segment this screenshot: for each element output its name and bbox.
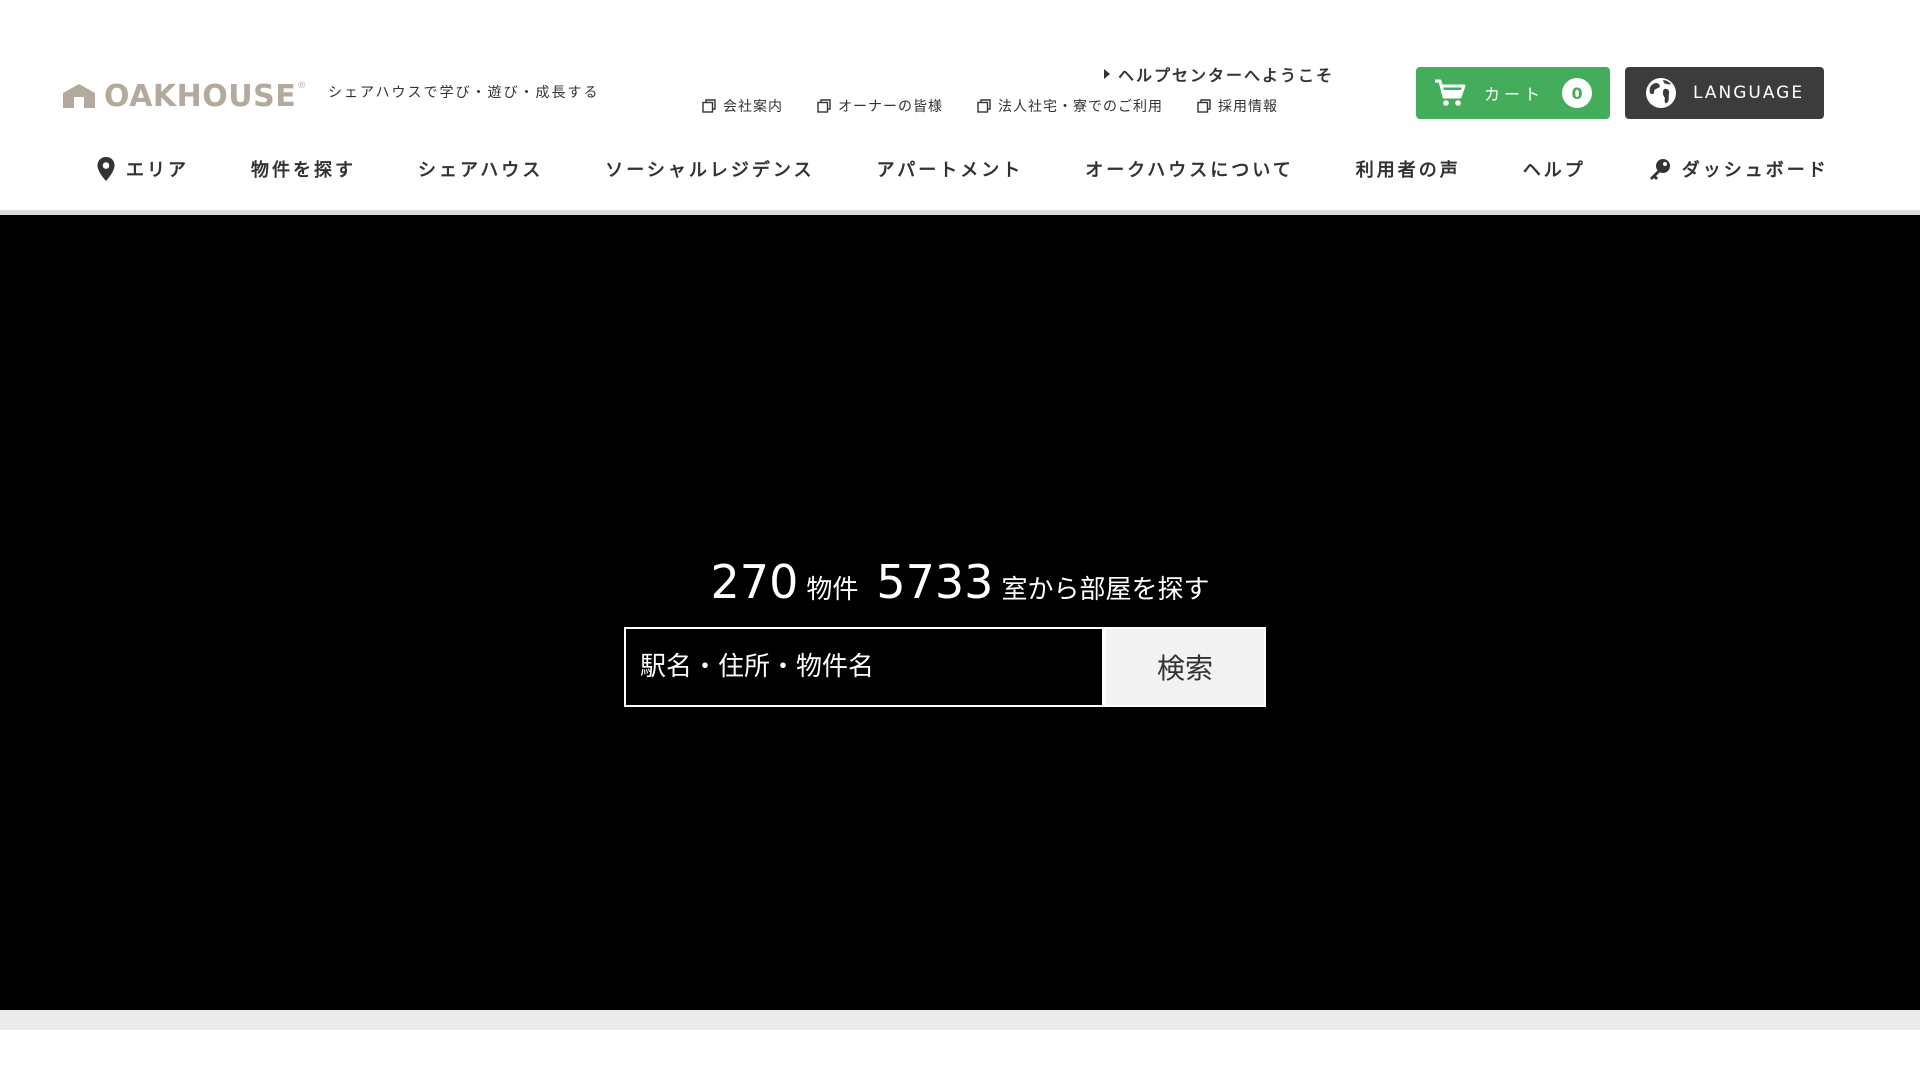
house-logo-icon [63, 84, 95, 108]
util-link-label: 採用情報 [1218, 99, 1278, 115]
nav-item-label: 利用者の声 [1355, 160, 1461, 181]
search-box: 検索 [624, 627, 1266, 707]
util-link-company[interactable]: 会社案内 [702, 96, 783, 116]
nav-item-label: エリア [126, 160, 189, 181]
nav-item-dashboard[interactable]: ダッシュボード [1648, 156, 1829, 182]
external-window-icon [1197, 99, 1211, 113]
util-link-corporate[interactable]: 法人社宅・寮でのご利用 [977, 96, 1163, 116]
utility-links: 会社案内 オーナーの皆様 法人社宅・寮でのご利用 採用情報 [702, 96, 1278, 116]
oakhouse-logo[interactable]: OAKHOUSE ® [62, 78, 306, 114]
nav-item-label: オークハウスについて [1085, 160, 1294, 181]
nav-item-testimonials[interactable]: 利用者の声 [1356, 156, 1461, 182]
property-unit: 物件 [806, 575, 859, 605]
room-suffix: 室から部屋を探す [1001, 575, 1210, 605]
util-link-label: 会社案内 [723, 99, 783, 115]
nav-item-label: ソーシャルレジデンス [605, 160, 815, 181]
nav-item-about[interactable]: オークハウスについて [1085, 156, 1294, 182]
site-header: OAKHOUSE ® シェアハウスで学び・遊び・成長する ヘルプセンターへようこ… [0, 0, 1920, 210]
util-link-owners[interactable]: オーナーの皆様 [817, 96, 943, 116]
tagline: シェアハウスで学び・遊び・成長する [328, 85, 600, 101]
search-input[interactable] [624, 627, 1104, 707]
help-center-label: ヘルプセンターへようこそ [1118, 66, 1335, 85]
cart-count-badge: 0 [1562, 78, 1593, 108]
logo-registered-mark: ® [297, 81, 307, 91]
util-link-recruit[interactable]: 採用情報 [1197, 96, 1278, 116]
external-window-icon [702, 99, 716, 113]
triangle-right-icon [1104, 69, 1110, 79]
footer-strip [0, 1010, 1920, 1030]
nav-item-search-property[interactable]: 物件を探す [251, 156, 356, 182]
nav-item-area[interactable]: エリア [96, 156, 189, 182]
language-label: LANGUAGE [1693, 83, 1805, 103]
help-center-link[interactable]: ヘルプセンターへようこそ [1104, 62, 1334, 86]
map-pin-icon [97, 157, 115, 181]
util-link-label: 法人社宅・寮でのご利用 [998, 99, 1163, 115]
logo-text: OAKHOUSE [104, 78, 297, 114]
nav-item-apartment[interactable]: アパートメント [877, 156, 1024, 182]
cart-label: カート [1484, 85, 1545, 104]
search-button[interactable]: 検索 [1104, 627, 1266, 707]
hero-section: 270 物件 5733 室から部屋を探す 検索 [0, 215, 1920, 1010]
nav-item-label: シェアハウス [418, 160, 544, 181]
room-count: 5733 [876, 555, 994, 609]
nav-item-label: 物件を探す [251, 160, 356, 181]
nav-item-label: ダッシュボード [1681, 160, 1829, 181]
main-nav: エリア 物件を探す シェアハウス ソーシャルレジデンス アパートメント オークハ… [96, 152, 1826, 186]
language-button[interactable]: LANGUAGE [1625, 67, 1824, 119]
nav-item-sharehouse[interactable]: シェアハウス [418, 156, 543, 182]
property-count: 270 [710, 555, 799, 609]
nav-item-social-residence[interactable]: ソーシャルレジデンス [605, 156, 814, 182]
hero-heading: 270 物件 5733 室から部屋を探す [0, 555, 1920, 609]
cart-button[interactable]: カート 0 [1416, 67, 1610, 119]
nav-item-label: アパートメント [876, 160, 1024, 181]
nav-item-label: ヘルプ [1522, 160, 1586, 181]
util-link-label: オーナーの皆様 [838, 99, 943, 115]
key-icon [1649, 159, 1670, 180]
cart-icon [1435, 79, 1466, 106]
external-window-icon [817, 99, 831, 113]
globe-icon [1646, 78, 1676, 108]
external-window-icon [977, 99, 991, 113]
nav-item-help[interactable]: ヘルプ [1523, 156, 1586, 182]
